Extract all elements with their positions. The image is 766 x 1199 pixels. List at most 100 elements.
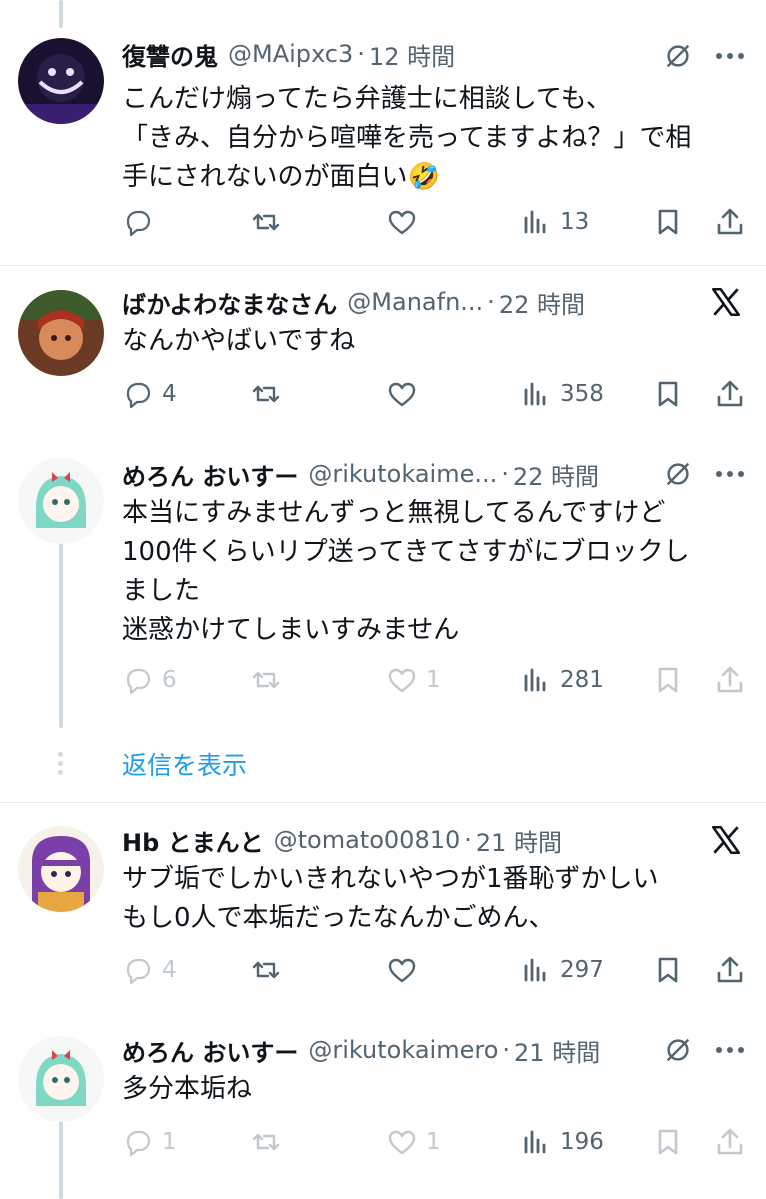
x-logo-icon[interactable] bbox=[706, 282, 746, 322]
bookmark-button[interactable] bbox=[652, 1122, 684, 1162]
views-button[interactable]: 281 bbox=[520, 660, 604, 700]
avatar[interactable] bbox=[18, 458, 104, 544]
user-handle[interactable]: @tomato00810 bbox=[274, 826, 461, 854]
share-button[interactable] bbox=[714, 660, 746, 700]
tweet-text: 多分本垢ね bbox=[122, 1074, 253, 1104]
share-icon bbox=[717, 666, 743, 693]
heart-icon bbox=[388, 1130, 416, 1155]
user-handle[interactable]: @rikutokaime... bbox=[308, 460, 497, 488]
view-count: 358 bbox=[560, 381, 604, 407]
tweet-text: こんだけ煽ってたら弁護士に相談しても、 「きみ、自分から喧嘩を売ってますよね？」… bbox=[122, 84, 692, 192]
like-button[interactable] bbox=[386, 374, 426, 414]
like-button[interactable]: 1 bbox=[386, 1122, 441, 1162]
share-button[interactable] bbox=[714, 374, 746, 414]
bookmark-button[interactable] bbox=[652, 202, 684, 242]
reply-count: 4 bbox=[162, 957, 177, 983]
x-logo-icon[interactable] bbox=[706, 820, 746, 860]
separator: · bbox=[501, 460, 509, 488]
reply-icon bbox=[126, 958, 151, 985]
tweet-actions: 4 358 bbox=[122, 374, 750, 414]
view-count: 281 bbox=[560, 667, 604, 693]
like-button[interactable] bbox=[386, 950, 426, 990]
share-icon bbox=[717, 208, 743, 235]
reply-button[interactable]: 6 bbox=[122, 660, 177, 700]
tweet-text: 本当にすみませんずっと無視してるんですけど 100件くらいリプ送ってきてさすがに… bbox=[122, 498, 690, 645]
avatar[interactable] bbox=[18, 1036, 104, 1122]
tweet-actions: 13 bbox=[122, 202, 750, 242]
reply-button[interactable]: 4 bbox=[122, 950, 177, 990]
tweet-actions: 6 1 281 bbox=[122, 660, 750, 700]
retweet-button[interactable] bbox=[250, 1122, 290, 1162]
analytics-icon bbox=[524, 668, 546, 692]
divider bbox=[0, 265, 766, 266]
more-options-icon[interactable] bbox=[712, 38, 748, 74]
reply-button[interactable]: 4 bbox=[122, 374, 177, 414]
tweet-header: 復讐の鬼 @MAipxc3 · 12 時間 bbox=[122, 36, 746, 72]
display-name[interactable]: Hb とまんと bbox=[122, 823, 264, 858]
tweet-actions: 1 1 196 bbox=[122, 1122, 750, 1162]
heart-icon bbox=[388, 668, 416, 693]
views-button[interactable]: 358 bbox=[520, 374, 604, 414]
bookmark-button[interactable] bbox=[652, 660, 684, 700]
tweet-text: なんかやばいですね bbox=[122, 326, 356, 356]
retweet-icon bbox=[252, 385, 280, 403]
grok-icon[interactable] bbox=[658, 1030, 698, 1070]
user-handle[interactable]: @Manafn... bbox=[347, 288, 483, 316]
separator: · bbox=[502, 1036, 511, 1064]
reply-count: 6 bbox=[162, 667, 177, 693]
tweet-actions: 4 297 bbox=[122, 950, 750, 990]
more-options-icon[interactable] bbox=[712, 1032, 748, 1068]
display-name[interactable]: めろん おいすー bbox=[122, 1033, 298, 1068]
avatar[interactable] bbox=[18, 826, 104, 912]
views-button[interactable]: 297 bbox=[520, 950, 604, 990]
analytics-icon bbox=[524, 958, 546, 982]
bookmark-button[interactable] bbox=[652, 950, 684, 990]
tweet-text: サブ垢でしかいきれないやつが1番恥ずかしい もし0人で本垢だったなんかごめん、 bbox=[122, 864, 659, 933]
show-replies-link[interactable]: 返信を表示 bbox=[122, 746, 247, 782]
display-name[interactable]: 復讐の鬼 bbox=[122, 37, 218, 72]
retweet-icon bbox=[252, 1133, 280, 1151]
tweet-header: Hb とまんと @tomato00810 · 21 時間 bbox=[122, 822, 746, 858]
analytics-icon bbox=[524, 382, 546, 406]
views-button[interactable]: 13 bbox=[520, 202, 589, 242]
bookmark-icon bbox=[658, 667, 678, 693]
timestamp[interactable]: 22 時間 bbox=[513, 457, 599, 492]
like-button[interactable]: 1 bbox=[386, 660, 441, 700]
timestamp[interactable]: 22 時間 bbox=[499, 285, 585, 320]
reply-button[interactable] bbox=[122, 202, 162, 242]
retweet-button[interactable] bbox=[250, 660, 290, 700]
view-count: 297 bbox=[560, 957, 604, 983]
thread-ellipsis-icon bbox=[58, 752, 64, 779]
retweet-button[interactable] bbox=[250, 950, 290, 990]
separator: · bbox=[357, 40, 365, 68]
retweet-icon bbox=[252, 671, 280, 689]
reply-count: 4 bbox=[162, 381, 177, 407]
share-button[interactable] bbox=[714, 950, 746, 990]
timestamp[interactable]: 21 時間 bbox=[476, 823, 562, 858]
retweet-button[interactable] bbox=[250, 374, 290, 414]
thread-line-top bbox=[59, 0, 63, 28]
grok-icon[interactable] bbox=[658, 454, 698, 494]
user-handle[interactable]: @MAipxc3 bbox=[228, 40, 353, 68]
like-button[interactable] bbox=[386, 202, 426, 242]
display-name[interactable]: めろん おいすー bbox=[122, 457, 298, 492]
separator: · bbox=[464, 826, 472, 854]
display-name[interactable]: ばかよわなまなさん bbox=[122, 285, 337, 320]
avatar[interactable] bbox=[18, 290, 104, 376]
share-button[interactable] bbox=[714, 1122, 746, 1162]
like-count: 1 bbox=[426, 1129, 441, 1155]
grok-icon[interactable] bbox=[658, 36, 698, 76]
timestamp[interactable]: 12 時間 bbox=[369, 37, 455, 72]
bookmark-button[interactable] bbox=[652, 374, 684, 414]
separator: · bbox=[487, 288, 495, 316]
reply-button[interactable]: 1 bbox=[122, 1122, 177, 1162]
user-handle[interactable]: @rikutokaimero bbox=[308, 1036, 498, 1064]
bookmark-icon bbox=[658, 209, 678, 235]
avatar[interactable] bbox=[18, 38, 104, 124]
retweet-button[interactable] bbox=[250, 202, 290, 242]
timestamp[interactable]: 21 時間 bbox=[514, 1033, 600, 1068]
heart-icon bbox=[388, 382, 416, 407]
views-button[interactable]: 196 bbox=[520, 1122, 604, 1162]
more-options-icon[interactable] bbox=[712, 456, 748, 492]
share-button[interactable] bbox=[714, 202, 746, 242]
